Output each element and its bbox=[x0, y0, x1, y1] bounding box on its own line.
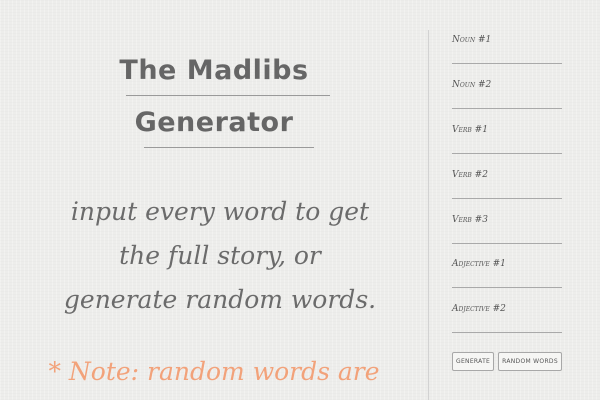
adjective-1-input[interactable] bbox=[452, 287, 562, 288]
field-label-verb-2: Verb #2 bbox=[452, 170, 488, 180]
noun-1-input[interactable] bbox=[452, 63, 562, 64]
generate-button[interactable]: Generate bbox=[452, 352, 495, 371]
noun-2-input[interactable] bbox=[452, 108, 562, 109]
field-verb-3: Verb #3 bbox=[452, 215, 562, 244]
field-label-verb-3: Verb #3 bbox=[452, 215, 488, 225]
field-adjective-2: Adjective #2 bbox=[452, 304, 562, 333]
field-label-adjective-2: Adjective #2 bbox=[452, 304, 506, 314]
field-noun-2: Noun #2 bbox=[452, 80, 562, 109]
field-verb-1: Verb #1 bbox=[452, 125, 562, 154]
action-buttons: Generate Random Words bbox=[452, 352, 562, 371]
field-adjective-1: Adjective #1 bbox=[452, 259, 562, 288]
title-underline-2 bbox=[144, 147, 314, 148]
verb-2-input[interactable] bbox=[452, 198, 562, 199]
field-label-noun-1: Noun #1 bbox=[452, 35, 492, 45]
adjective-2-input[interactable] bbox=[452, 332, 562, 333]
page-title-line-1: The Madlibs bbox=[119, 55, 309, 86]
instructions-text: input every word to get the full story, … bbox=[30, 190, 410, 322]
field-verb-2: Verb #2 bbox=[452, 170, 562, 199]
page-title-line-2: Generator bbox=[134, 107, 294, 138]
field-label-verb-1: Verb #1 bbox=[452, 125, 488, 135]
word-form: Noun #1 Noun #2 Verb #1 Verb #2 Verb #3 … bbox=[452, 0, 592, 400]
instructions-line-3: generate random words. bbox=[63, 285, 377, 314]
intro-panel: The Madlibs Generator input every word t… bbox=[0, 0, 428, 400]
verb-3-input[interactable] bbox=[452, 243, 562, 244]
instructions-line-1: input every word to get bbox=[70, 197, 370, 226]
random-words-note: * Note: random words are bbox=[48, 357, 380, 386]
title-underline-1 bbox=[126, 95, 330, 96]
field-noun-1: Noun #1 bbox=[452, 35, 562, 64]
instructions-line-2: the full story, or bbox=[119, 241, 321, 270]
field-label-noun-2: Noun #2 bbox=[452, 80, 492, 90]
field-label-adjective-1: Adjective #1 bbox=[452, 259, 506, 269]
verb-1-input[interactable] bbox=[452, 153, 562, 154]
panel-divider bbox=[428, 30, 429, 400]
random-words-button[interactable]: Random Words bbox=[498, 352, 562, 371]
